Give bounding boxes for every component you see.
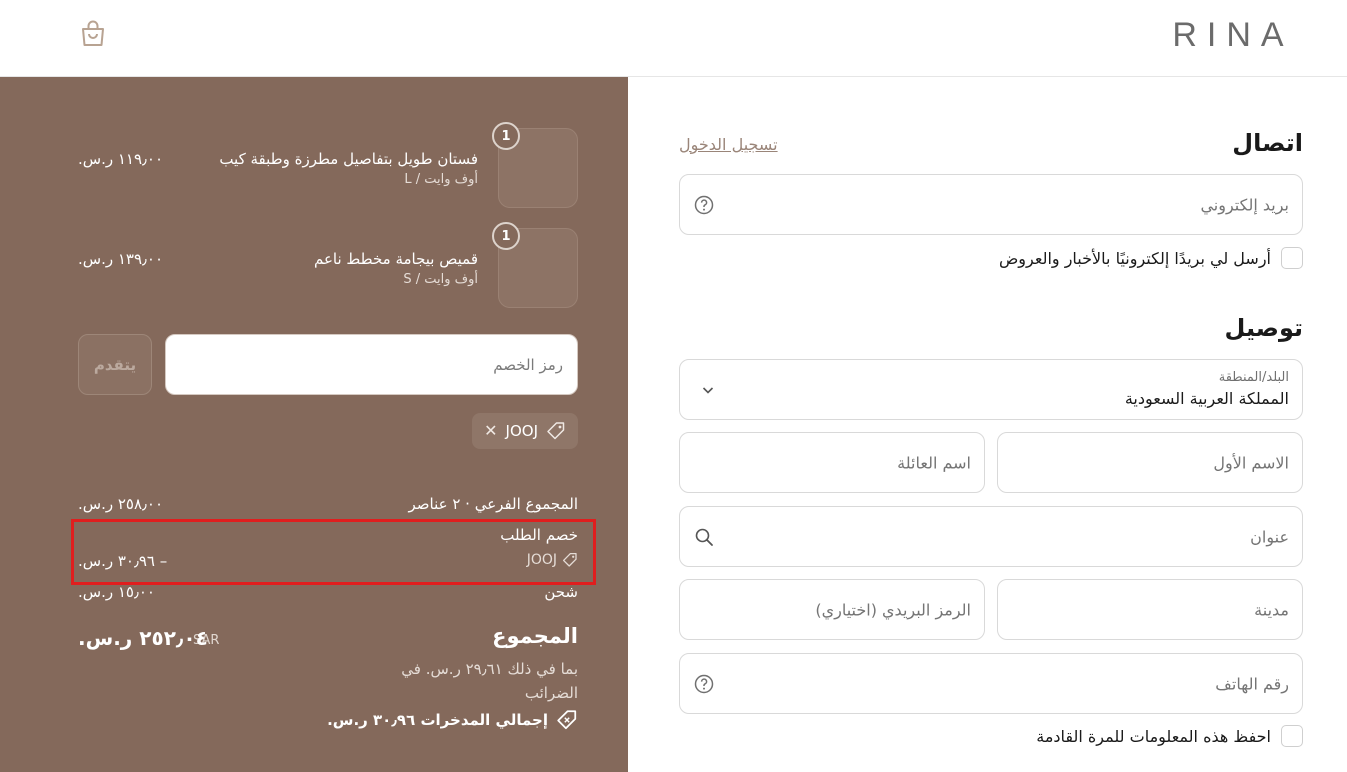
shipping-value: ١٥٫٠٠ ر.س.: [78, 583, 155, 601]
quantity-badge: 1: [492, 222, 520, 250]
highlight-box: [71, 519, 596, 585]
product-variant: أوف وايت / L: [404, 172, 478, 187]
product-title: فستان طويل بتفاصيل مطرزة وطبقة كيب: [219, 150, 478, 168]
apply-discount-button[interactable]: يتقدم: [78, 334, 152, 395]
postal-code-placeholder: الرمز البريدي (اختياري): [815, 600, 971, 619]
save-info-label: احفظ هذه المعلومات للمرة القادمة: [1036, 726, 1271, 746]
delivery-heading: توصيل: [1224, 314, 1303, 342]
quantity-badge: 1: [492, 122, 520, 150]
applied-discount-code: JOOJ: [505, 422, 538, 440]
product-price: ١٣٩٫٠٠ ر.س.: [78, 250, 164, 268]
total-savings-text: إجمالي المدخرات ٣٠٫٩٦ ر.س.: [327, 711, 548, 729]
chevron-down-icon: [702, 386, 714, 394]
last-name-placeholder: اسم العائلة: [897, 453, 971, 472]
newsletter-checkbox[interactable]: [1281, 247, 1303, 269]
order-summary: 1 فستان طويل بتفاصيل مطرزة وطبقة كيب أوف…: [0, 77, 628, 772]
discount-code-input[interactable]: [165, 334, 578, 395]
newsletter-label: أرسل لي بريدًا إلكترونيًا بالأخبار والعر…: [998, 248, 1271, 268]
city-field[interactable]: مدينة: [997, 579, 1303, 640]
product-title: قميص بيجامة مخطط ناعم: [313, 250, 478, 268]
postal-code-field[interactable]: الرمز البريدي (اختياري): [679, 579, 985, 640]
shipping-label: شحن: [544, 583, 578, 601]
total-label: المجموع: [492, 624, 578, 648]
tag-icon: [547, 422, 565, 440]
country-select[interactable]: البلد/المنطقة المملكة العربية السعودية: [679, 359, 1303, 420]
subtotal-label: المجموع الفرعي · ٢ عناصر: [408, 495, 578, 513]
address-field[interactable]: عنوان: [679, 506, 1303, 567]
search-icon: [695, 528, 713, 546]
product-price: ١١٩٫٠٠ ر.س.: [78, 150, 164, 168]
cart-item: 1 فستان طويل بتفاصيل مطرزة وطبقة كيب أوف…: [78, 122, 578, 210]
page-header: RINA: [0, 0, 1347, 77]
shopping-bag-icon[interactable]: [80, 20, 106, 48]
phone-field[interactable]: رقم الهاتف: [679, 653, 1303, 714]
rina-logo[interactable]: RINA: [1163, 14, 1303, 54]
total-value: ٢٥٢٫٠٤ ر.س.: [78, 626, 208, 650]
save-info-checkbox[interactable]: [1281, 725, 1303, 747]
tag-icon: [557, 710, 577, 730]
last-name-field[interactable]: اسم العائلة: [679, 432, 985, 493]
total-savings: إجمالي المدخرات ٣٠٫٩٦ ر.س.: [327, 709, 578, 731]
phone-placeholder: رقم الهاتف: [1215, 674, 1289, 693]
remove-discount-icon[interactable]: ✕: [484, 423, 497, 439]
tax-note: بما في ذلك ٢٩٫٦١ ر.س. في الضرائب: [401, 660, 578, 702]
email-placeholder: بريد إلكتروني: [1200, 195, 1289, 214]
first-name-field[interactable]: الاسم الأول: [997, 432, 1303, 493]
logo-text: RINA: [1172, 16, 1293, 54]
address-placeholder: عنوان: [1250, 527, 1289, 546]
save-info-option[interactable]: احفظ هذه المعلومات للمرة القادمة: [1036, 725, 1303, 747]
country-label: البلد/المنطقة: [1218, 370, 1289, 385]
city-placeholder: مدينة: [1254, 600, 1289, 619]
first-name-placeholder: الاسم الأول: [1213, 453, 1289, 472]
contact-heading: اتصال: [1232, 129, 1303, 157]
email-field[interactable]: بريد إلكتروني: [679, 174, 1303, 235]
checkout-form: اتصال تسجيل الدخول بريد إلكتروني أرسل لي…: [628, 77, 1347, 772]
login-link[interactable]: تسجيل الدخول: [679, 135, 778, 154]
product-variant: أوف وايت / S: [403, 272, 478, 287]
newsletter-option[interactable]: أرسل لي بريدًا إلكترونيًا بالأخبار والعر…: [999, 247, 1303, 269]
help-icon[interactable]: [694, 674, 714, 694]
applied-discount-chip: JOOJ ✕: [472, 413, 578, 449]
help-icon[interactable]: [694, 195, 714, 215]
country-value: المملكة العربية السعودية: [1124, 389, 1289, 408]
cart-item: 1 قميص بيجامة مخطط ناعم أوف وايت / S ١٣٩…: [78, 222, 578, 310]
subtotal-value: ٢٥٨٫٠٠ ر.س.: [78, 495, 164, 513]
